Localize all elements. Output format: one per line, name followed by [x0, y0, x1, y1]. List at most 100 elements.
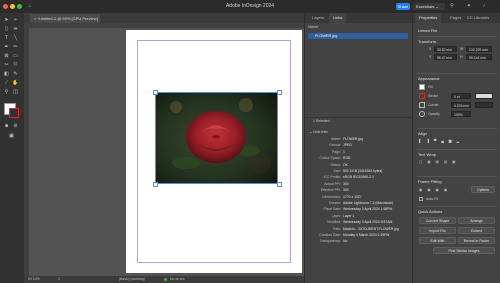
opacity-field[interactable]: 100%: [451, 111, 471, 117]
corner-shape-dropdown[interactable]: [475, 102, 493, 108]
properties-panel: Properties Pages CC Libraries Linked Fil…: [412, 13, 500, 283]
chevron-down-icon: ⌄: [309, 130, 313, 134]
text-wrap-heading: Text Wrap: [418, 152, 436, 157]
rectangle-tool-icon[interactable]: ▭: [12, 53, 19, 60]
page-tool-icon[interactable]: ▯: [3, 26, 10, 33]
link-info-row: Dimensions: 1770 x 1327: [305, 195, 411, 200]
stroke-weight-field[interactable]: 0 pt: [451, 93, 471, 99]
eyedropper-tool-icon[interactable]: ⟋: [3, 80, 10, 87]
divider: [417, 176, 497, 177]
corner-icon[interactable]: [419, 102, 425, 108]
share-button[interactable]: Share: [396, 3, 410, 10]
selection-handle[interactable]: [153, 90, 158, 95]
stroke-color-swatch[interactable]: [419, 93, 425, 99]
selection-handle[interactable]: [153, 182, 158, 187]
link-info-label: Effective PPI:: [320, 188, 341, 193]
image-frame[interactable]: [155, 92, 278, 184]
page-number[interactable]: 1: [58, 276, 60, 283]
link-info-label: Transparency:: [319, 239, 341, 244]
document-title: *Untitled-1 @ 59% [GPU Preview]: [37, 16, 98, 21]
auto-fit-checkbox[interactable]: [419, 197, 423, 201]
close-tab-icon[interactable]: ×: [34, 16, 36, 21]
link-info-label: Colour Space:: [319, 156, 342, 161]
link-info-row: Status: OK: [305, 163, 411, 168]
discover-icon[interactable]: ✦: [466, 3, 472, 9]
direct-selection-tool-icon[interactable]: ➢: [12, 17, 19, 24]
link-info-label: Page:: [332, 149, 341, 154]
rectangle-frame-tool-icon[interactable]: ⊠: [3, 53, 10, 60]
embed-button[interactable]: Embed: [458, 227, 495, 234]
link-info-row: ICC Profile: sRGB IEC61966-2.1: [305, 175, 411, 180]
apply-color-icon[interactable]: ■: [3, 123, 10, 130]
selection-tool-icon[interactable]: ➤: [3, 17, 10, 24]
line-tool-icon[interactable]: ╲: [12, 35, 19, 42]
link-info-value: Monday 4 March 2024 1:19PM: [343, 233, 390, 237]
search-icon[interactable]: ⚲: [449, 3, 455, 9]
tab-cc-libraries[interactable]: CC Libraries: [463, 13, 493, 23]
text-wrap-buttons[interactable]: ▢ ▣ ▤ ▥ ▦: [419, 160, 457, 164]
preflight-profile[interactable]: [Basic] (working): [119, 276, 145, 283]
pen-tool-icon[interactable]: ✒: [3, 44, 10, 51]
screen-mode-icon[interactable]: ▣: [8, 133, 15, 140]
workspace-label: Essentials: [416, 4, 435, 9]
gradient-tool-icon[interactable]: ◧: [3, 71, 10, 78]
list-item[interactable]: FLOWER.jpg: [308, 33, 408, 39]
align-buttons[interactable]: ▌ ▐ ▀ ▄ ▆ ▂: [419, 139, 461, 143]
x-field[interactable]: 33.52 mm: [434, 46, 457, 52]
link-info-row: Page: 1: [305, 150, 411, 155]
chevron-down-icon: ⌄: [435, 4, 439, 9]
notifications-icon[interactable]: ♪: [481, 3, 487, 9]
arrange-button[interactable]: Arrange: [458, 217, 495, 224]
link-info-value: Macinto...:DOCUMENT:FLOWER.jpg: [343, 226, 399, 231]
link-info-label: Layer:: [331, 213, 341, 218]
h-field[interactable]: 99.144 mm: [466, 54, 492, 60]
reveal-in-finder-button[interactable]: Reveal in Finder: [458, 237, 495, 244]
find-similar-images-button[interactable]: Find Similar Images: [433, 247, 495, 254]
link-info-header[interactable]: ⌄ Link Info: [305, 129, 412, 135]
options-button[interactable]: Options: [471, 186, 495, 193]
fill-color-swatch[interactable]: [419, 84, 425, 90]
link-info-label: Place Date:: [323, 207, 341, 212]
link-info-value: 300: [343, 188, 349, 193]
links-column-header[interactable]: Name: [305, 25, 412, 31]
link-info-value: 1: [343, 149, 345, 154]
link-info-value: Layer 1: [343, 213, 355, 218]
note-tool-icon[interactable]: ✎: [12, 71, 19, 78]
apply-none-icon[interactable]: ⊘: [12, 123, 19, 130]
frame-fitting-buttons[interactable]: ▣ ▣ ▣ ▣: [419, 188, 449, 192]
content-collector-icon[interactable]: ◫: [12, 89, 19, 96]
stroke-type-dropdown[interactable]: [475, 93, 493, 99]
scissors-tool-icon[interactable]: ✂: [3, 62, 10, 69]
link-info-label: Path:: [333, 226, 341, 231]
link-name: FLOWER.jpg: [315, 34, 338, 38]
stroke-swatch[interactable]: [9, 108, 19, 118]
tab-properties[interactable]: Properties: [415, 13, 442, 23]
preflight-ok-icon: [164, 278, 167, 281]
edit-with-button[interactable]: Edit With: [419, 237, 456, 244]
w-field[interactable]: 132.229 mm: [466, 46, 492, 52]
tab-links[interactable]: Links: [329, 13, 347, 23]
appearance-heading: Appearance: [418, 76, 440, 81]
selection-handle[interactable]: [277, 182, 282, 187]
pencil-tool-icon[interactable]: ✏: [12, 44, 19, 51]
workspace-switcher[interactable]: Essentials ⌄: [413, 3, 445, 10]
hand-tool-icon[interactable]: ✋: [12, 80, 19, 87]
link-info-label: Creation Date:: [319, 233, 341, 237]
link-info-label: Status:: [330, 162, 341, 167]
link-info-row: Creation Date: Monday 4 March 2024 1:19PM: [305, 233, 411, 238]
type-tool-icon[interactable]: T: [3, 35, 10, 42]
free-transform-tool-icon[interactable]: ⤧: [12, 62, 19, 69]
link-info-row: Actual PPI: 300: [305, 182, 411, 187]
gap-tool-icon[interactable]: ⇹: [12, 26, 19, 33]
y-field[interactable]: 98.47 mm: [434, 54, 457, 60]
zoom-level[interactable]: 59.14%: [28, 276, 40, 283]
zoom-tool-icon[interactable]: ⚲: [3, 89, 10, 96]
convert-shape-button[interactable]: Convert Shape: [419, 217, 456, 224]
tab-layers[interactable]: Layers: [308, 13, 328, 23]
link-info-label: ICC Profile:: [323, 175, 341, 180]
stroke-label: Stroke: [428, 94, 439, 98]
document-tab[interactable]: × *Untitled-1 @ 59% [GPU Preview]: [30, 14, 100, 23]
corner-size-field[interactable]: 4.233 mm: [451, 102, 471, 108]
import-file-button[interactable]: Import File: [419, 227, 456, 234]
selection-handle[interactable]: [277, 90, 282, 95]
